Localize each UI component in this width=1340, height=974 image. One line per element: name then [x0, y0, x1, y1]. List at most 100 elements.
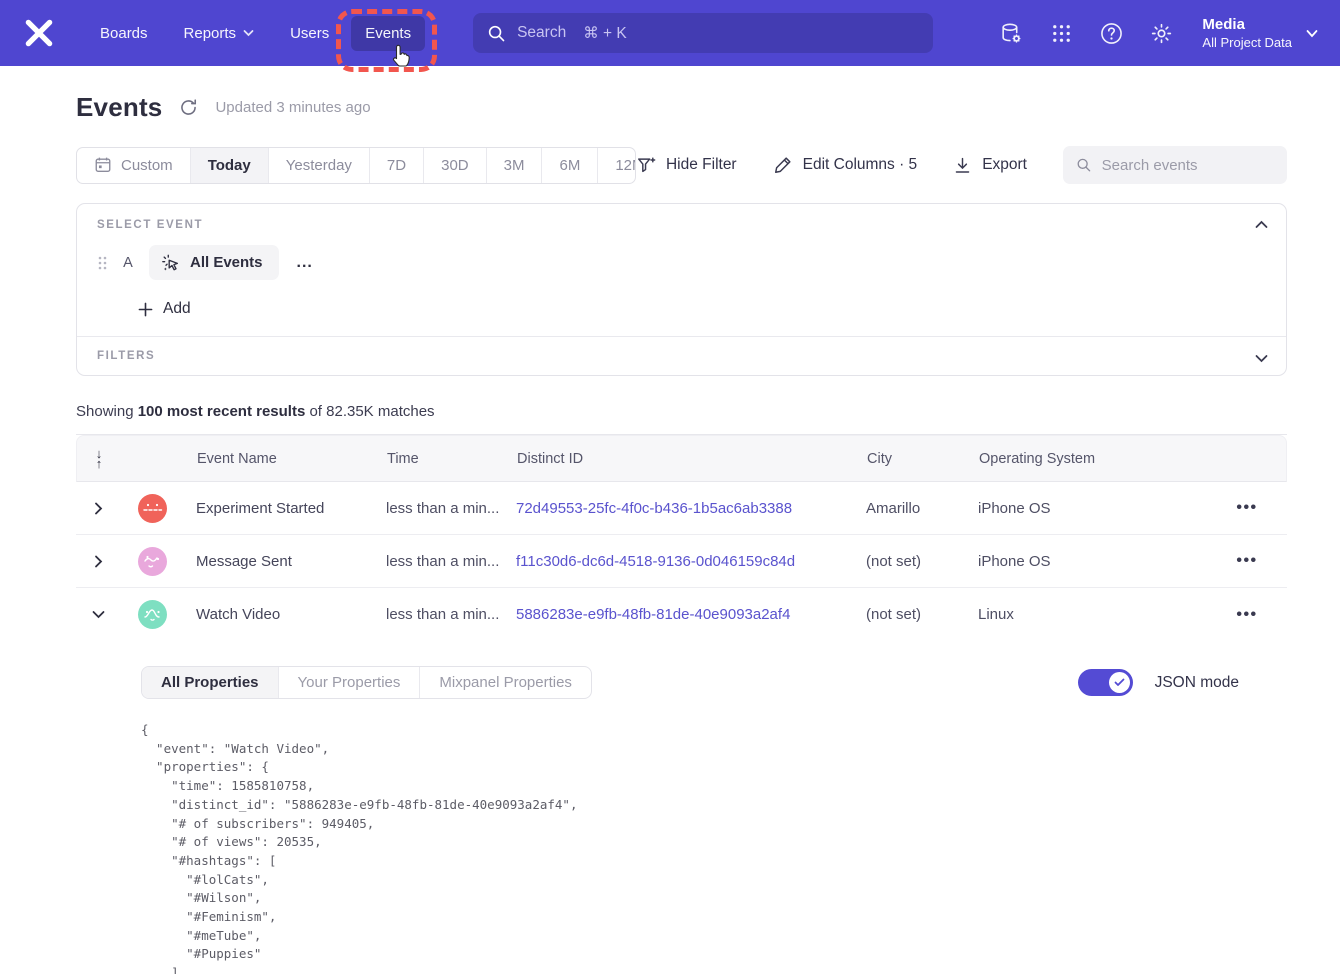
event-avatar — [138, 600, 167, 629]
events-page: Events Updated 3 minutes ago Custom Toda… — [0, 66, 1340, 974]
results-prefix: Showing — [76, 403, 138, 420]
distinct-id-link[interactable]: f11c30d6-dc6d-4518-9136-0d046159c84d — [516, 553, 795, 570]
column-header-event-name: Event Name — [181, 451, 371, 467]
row-more-button[interactable]: ••• — [1207, 606, 1287, 624]
global-search-input[interactable]: Search ⌘ + K — [473, 13, 933, 53]
range-30d[interactable]: 30D — [423, 148, 486, 183]
nav-item-reports[interactable]: Reports — [170, 16, 269, 51]
tab-your-properties[interactable]: Your Properties — [278, 667, 420, 698]
cell-city: (not set) — [850, 553, 962, 570]
search-icon — [1076, 156, 1092, 174]
search-placeholder: Search — [517, 24, 566, 42]
cell-os: Linux — [962, 606, 1207, 623]
event-avatar — [138, 494, 167, 523]
nav-label: Reports — [184, 25, 237, 42]
range-custom[interactable]: Custom — [77, 148, 190, 183]
expand-row-icon[interactable] — [76, 502, 120, 515]
tab-mixpanel-properties[interactable]: Mixpanel Properties — [419, 667, 591, 698]
cell-time: less than a min... — [370, 553, 500, 570]
collapse-row-icon[interactable] — [76, 610, 120, 619]
cell-event-name: Message Sent — [180, 553, 370, 570]
search-shortcut: ⌘ + K — [583, 24, 627, 43]
json-mode-toggle[interactable] — [1078, 669, 1133, 696]
primary-nav: Boards Reports Users Events — [86, 16, 425, 51]
cell-event-name: Watch Video — [180, 606, 370, 623]
nav-label: Events — [365, 25, 411, 42]
event-selector-chip[interactable]: All Events — [149, 245, 279, 280]
project-scope: All Project Data — [1202, 34, 1292, 51]
edit-columns-button[interactable]: Edit Columns · 5 — [773, 155, 918, 175]
search-events-input[interactable] — [1102, 157, 1274, 174]
range-label: Yesterday — [286, 157, 352, 174]
collapse-section-icon[interactable] — [1255, 216, 1268, 234]
distinct-id-link[interactable]: 5886283e-e9fb-48fb-81de-40e9093a2af4 — [516, 606, 790, 623]
table-row[interactable]: Experiment Started less than a min... 72… — [76, 482, 1287, 535]
help-icon[interactable] — [1098, 20, 1124, 46]
page-title: Events — [76, 92, 162, 123]
pencil-icon — [773, 155, 793, 175]
range-label: 30D — [441, 157, 469, 174]
cell-time: less than a min... — [370, 500, 500, 517]
collapse-all-rows-icon[interactable]: ↓↑ — [96, 449, 103, 469]
tab-all-properties[interactable]: All Properties — [142, 667, 278, 698]
range-today[interactable]: Today — [190, 148, 268, 183]
drag-handle-icon[interactable] — [97, 255, 107, 271]
search-icon — [487, 24, 506, 43]
events-table: ↓↑ Event Name Time Distinct ID City Oper… — [76, 434, 1287, 974]
chevron-down-icon — [243, 29, 254, 37]
range-6m[interactable]: 6M — [541, 148, 597, 183]
event-cursor-spark-icon — [161, 253, 181, 273]
table-row[interactable]: Message Sent less than a min... f11c30d6… — [76, 535, 1287, 588]
filter-funnel-icon — [636, 155, 656, 175]
data-management-icon[interactable] — [998, 20, 1024, 46]
date-range-segmented-control: Custom Today Yesterday 7D 30D 3M 6M 12M — [76, 147, 636, 184]
range-yesterday[interactable]: Yesterday — [268, 148, 369, 183]
apps-grid-icon[interactable] — [1048, 20, 1074, 46]
table-row-expanded[interactable]: Watch Video less than a min... 5886283e-… — [76, 588, 1287, 641]
query-builder-card: SELECT EVENT A — [76, 203, 1287, 376]
range-3m[interactable]: 3M — [486, 148, 542, 183]
project-name: Media — [1202, 15, 1292, 34]
nav-label: Boards — [100, 25, 148, 42]
row-more-button[interactable]: ••• — [1207, 552, 1287, 570]
nav-item-users[interactable]: Users — [276, 16, 343, 51]
event-chip-label: All Events — [190, 254, 263, 271]
search-events-field[interactable] — [1063, 146, 1287, 184]
nav-item-events[interactable]: Events — [351, 16, 425, 51]
hide-filter-button[interactable]: Hide Filter — [636, 155, 737, 175]
cell-city: Amarillo — [850, 500, 962, 517]
export-button[interactable]: Export — [953, 156, 1027, 175]
expand-section-icon[interactable] — [1255, 350, 1268, 368]
add-label: Add — [163, 300, 191, 318]
event-query-row: A All Events ... — [97, 245, 1266, 280]
plus-icon — [138, 302, 153, 317]
column-header-time: Time — [371, 451, 501, 467]
column-header-distinct-id: Distinct ID — [501, 451, 851, 467]
expand-row-icon[interactable] — [76, 555, 120, 568]
range-label: 3M — [504, 157, 525, 174]
results-count: 100 most recent results — [138, 403, 306, 420]
filters-section[interactable]: FILTERS — [77, 337, 1286, 375]
nav-item-boards[interactable]: Boards — [86, 16, 162, 51]
event-json-viewer[interactable]: { "event": "Watch Video", "properties": … — [141, 721, 1263, 974]
column-header-os: Operating System — [963, 451, 1206, 467]
row-more-button[interactable]: ••• — [1207, 499, 1287, 517]
event-row-more-button[interactable]: ... — [293, 254, 317, 272]
page-header: Events Updated 3 minutes ago — [76, 92, 1287, 123]
cell-time: less than a min... — [370, 606, 500, 623]
select-event-section: SELECT EVENT A — [77, 204, 1286, 336]
mixpanel-logo-icon[interactable] — [22, 16, 56, 50]
project-switcher[interactable]: Media All Project Data — [1202, 15, 1318, 51]
range-12m[interactable]: 12M — [597, 148, 636, 183]
download-icon — [953, 156, 972, 175]
cell-os: iPhone OS — [962, 553, 1207, 570]
range-7d[interactable]: 7D — [369, 148, 423, 183]
distinct-id-link[interactable]: 72d49553-25fc-4f0c-b436-1b5ac6ab3388 — [516, 500, 792, 517]
settings-gear-icon[interactable] — [1148, 20, 1174, 46]
range-label: Today — [208, 157, 251, 174]
refresh-icon[interactable] — [178, 97, 199, 118]
add-event-button[interactable]: Add — [138, 300, 1266, 318]
results-suffix: of 82.35K matches — [305, 403, 434, 420]
results-summary: Showing 100 most recent results of 82.35… — [76, 403, 1287, 420]
cell-event-name: Experiment Started — [180, 500, 370, 517]
